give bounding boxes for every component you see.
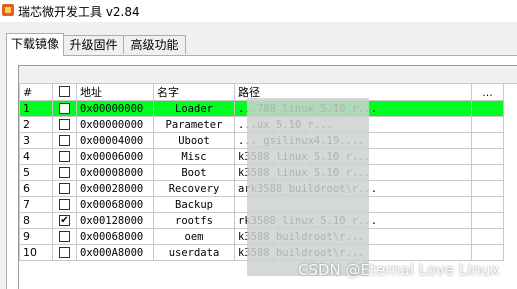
row-index: 10	[19, 244, 53, 261]
row-index: 2	[19, 116, 53, 133]
row-index: 1	[19, 100, 53, 117]
row-address: 0x00068000	[76, 196, 154, 213]
column-header-name[interactable]: 名字	[153, 83, 235, 101]
row-address: 0x00000000	[76, 100, 154, 117]
row-name: oem	[153, 228, 235, 245]
row-checkbox-cell[interactable]	[52, 164, 77, 181]
app-icon	[2, 4, 14, 16]
redaction-blur	[247, 98, 369, 276]
row-index: 3	[19, 132, 53, 149]
row-address: 0x00068000	[76, 228, 154, 245]
row-name: Uboot	[153, 132, 235, 149]
row-name: Boot	[153, 164, 235, 181]
row-checkbox-cell[interactable]	[52, 100, 77, 117]
row-more	[471, 228, 504, 245]
column-header-check[interactable]	[52, 83, 77, 101]
row-checkbox[interactable]	[59, 150, 70, 162]
row-checkbox[interactable]	[59, 182, 70, 194]
row-address: 0x000A8000	[76, 244, 154, 261]
row-name: Misc	[153, 148, 235, 165]
row-checkbox-cell[interactable]: ✔	[52, 212, 77, 229]
row-checkbox[interactable]	[59, 118, 70, 130]
row-address: 0x00008000	[76, 164, 154, 181]
select-all-checkbox[interactable]	[59, 86, 70, 97]
column-header-more[interactable]: ...	[471, 83, 504, 101]
column-header-address[interactable]: 地址	[76, 83, 154, 101]
row-checkbox-cell[interactable]	[52, 228, 77, 245]
row-more	[471, 212, 504, 229]
row-checkbox-cell[interactable]	[52, 116, 77, 133]
row-more	[471, 244, 504, 261]
row-address: 0x00000000	[76, 116, 154, 133]
row-address: 0x00006000	[76, 148, 154, 165]
window-title: 瑞芯微开发工具 v2.84	[18, 5, 140, 19]
row-index: 9	[19, 228, 53, 245]
row-checkbox-cell[interactable]	[52, 244, 77, 261]
row-name: Parameter	[153, 116, 235, 133]
row-more	[471, 180, 504, 197]
row-more	[471, 164, 504, 181]
row-more	[471, 100, 504, 117]
image-list-grid: # 地址 名字 路径 ... 10x00000000Loader...788_l…	[18, 65, 517, 289]
row-index: 6	[19, 180, 53, 197]
row-checkbox[interactable]	[59, 198, 70, 210]
row-name: userdata	[153, 244, 235, 261]
row-checkbox-cell[interactable]	[52, 196, 77, 213]
row-index: 8	[19, 212, 53, 229]
row-checkbox[interactable]	[59, 246, 70, 258]
tab-upgrade-firmware[interactable]: 升级固件	[63, 35, 124, 54]
tab-download-image[interactable]: 下载镜像	[6, 33, 64, 56]
row-index: 5	[19, 164, 53, 181]
row-checkbox[interactable]	[59, 134, 70, 146]
title-bar: 瑞芯微开发工具 v2.84	[0, 0, 517, 22]
row-checkbox[interactable]	[59, 102, 70, 114]
tab-advanced[interactable]: 高级功能	[123, 35, 186, 54]
watermark: CSDN @Eternal Love Linux	[298, 261, 500, 279]
row-more	[471, 132, 504, 149]
row-address: 0x00004000	[76, 132, 154, 149]
row-index: 4	[19, 148, 53, 165]
row-index: 7	[19, 196, 53, 213]
column-header-index[interactable]: #	[19, 83, 53, 101]
row-name: Backup	[153, 196, 235, 213]
row-address: 0x00128000	[76, 212, 154, 229]
row-more	[471, 116, 504, 133]
row-checkbox-cell[interactable]	[52, 180, 77, 197]
row-checkbox[interactable]	[59, 230, 70, 242]
row-address: 0x00028000	[76, 180, 154, 197]
row-more	[471, 148, 504, 165]
row-more	[471, 196, 504, 213]
row-checkbox-cell[interactable]	[52, 132, 77, 149]
row-name: Recovery	[153, 180, 235, 197]
row-checkbox-cell[interactable]	[52, 148, 77, 165]
row-checkbox[interactable]	[59, 166, 70, 178]
row-checkbox[interactable]: ✔	[59, 214, 70, 226]
row-name: Loader	[153, 100, 235, 117]
row-name: rootfs	[153, 212, 235, 229]
